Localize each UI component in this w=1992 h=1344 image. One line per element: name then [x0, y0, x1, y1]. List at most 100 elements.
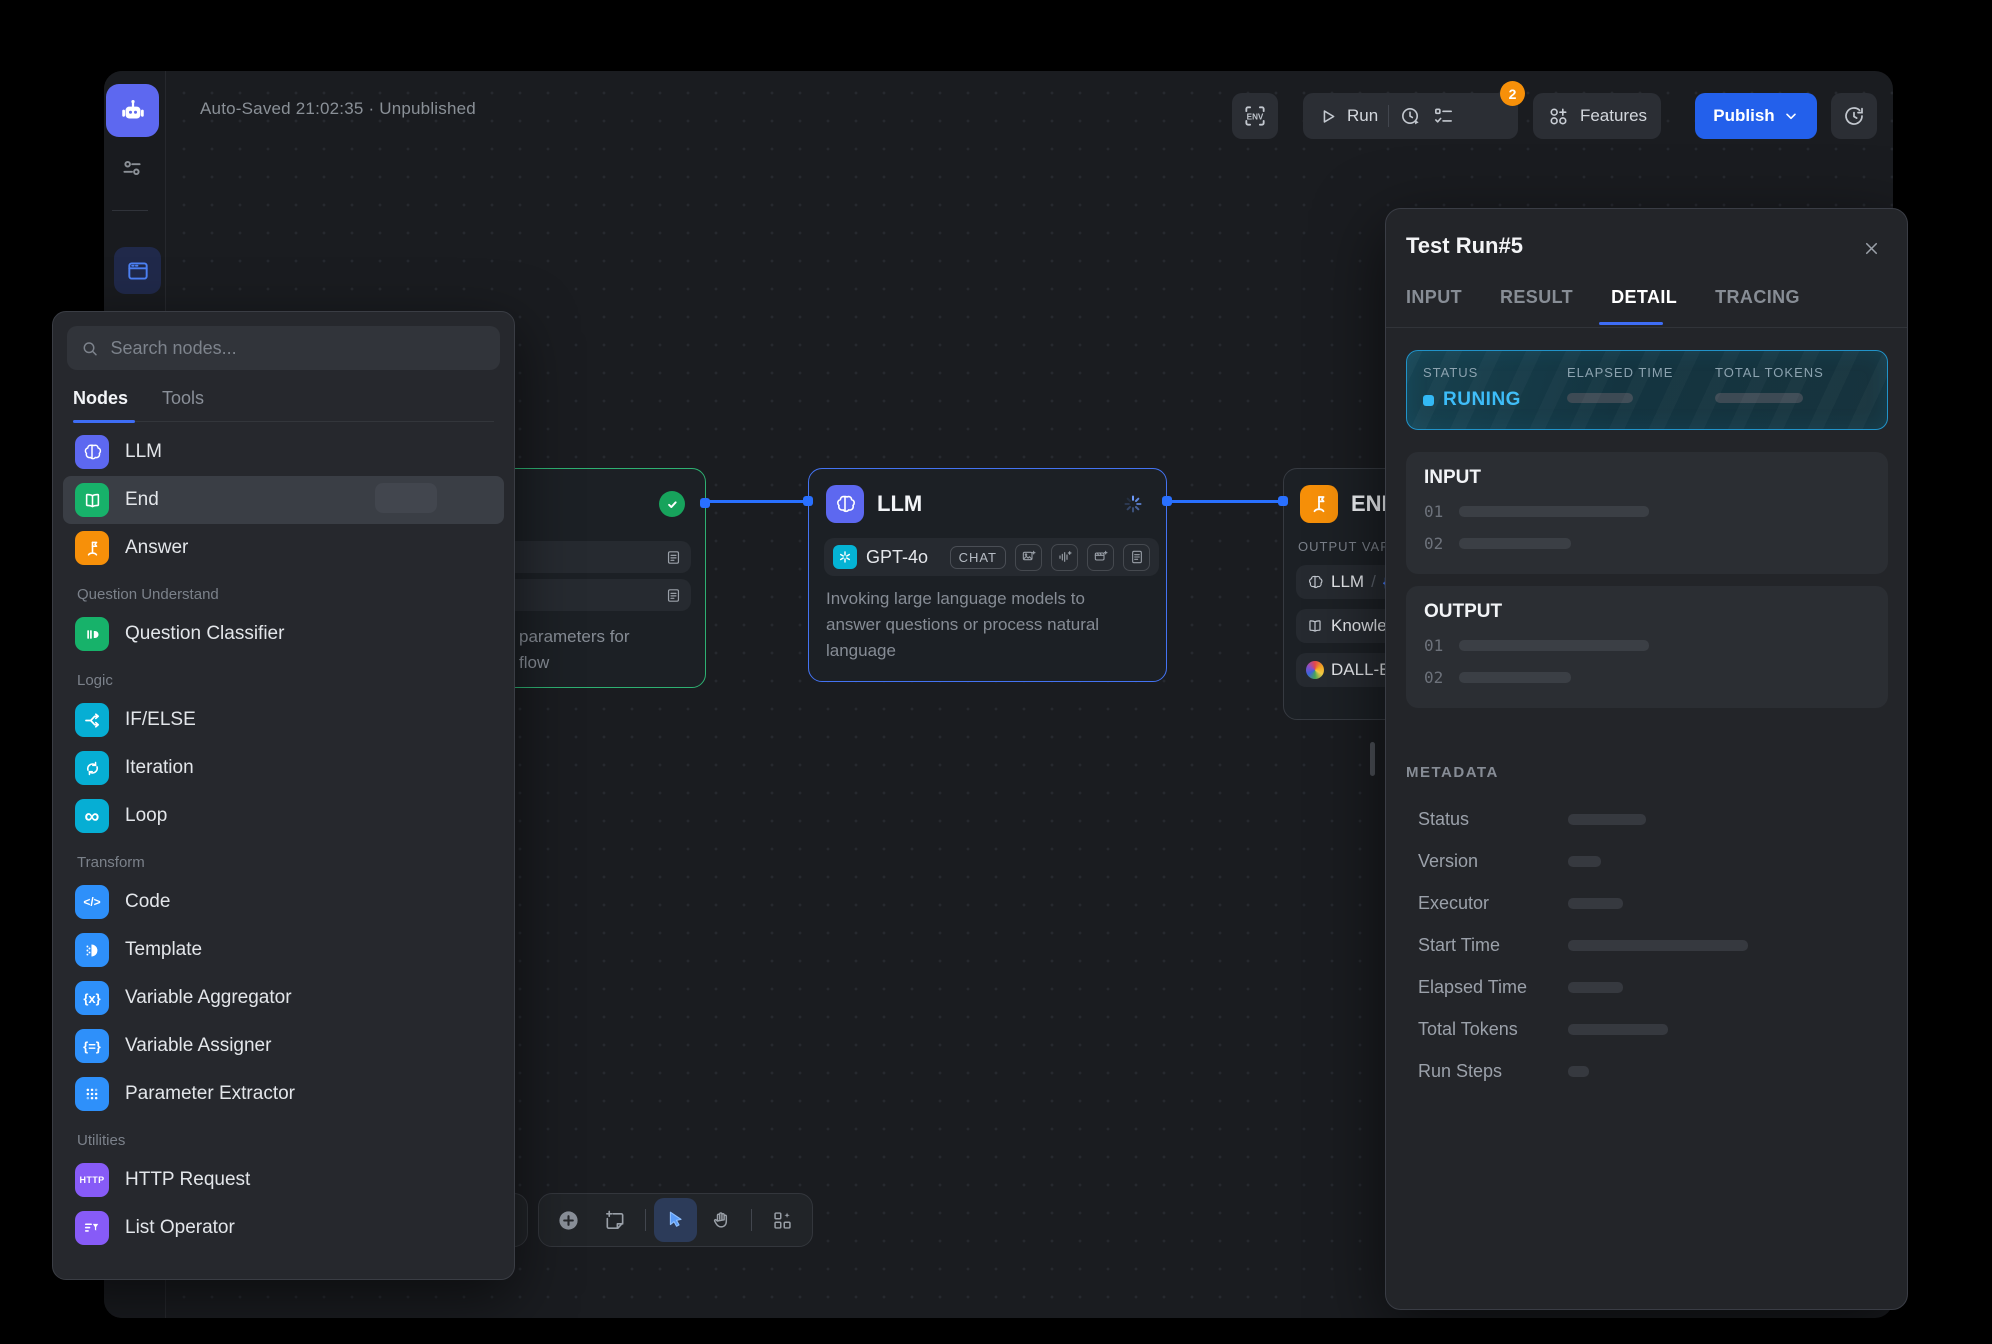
- node-item-template[interactable]: Template: [63, 926, 504, 974]
- panel-resize-handle[interactable]: [1370, 742, 1375, 776]
- section-label: Question Understand: [77, 586, 514, 606]
- node-item-label: Loop: [125, 805, 167, 827]
- output-port[interactable]: [1162, 496, 1172, 506]
- test-run-panel: Test Run#5 INPUT RESULT DETAIL TRACING S…: [1385, 208, 1908, 1310]
- llm-brain-icon: [1306, 573, 1324, 591]
- metadata-row: Version: [1418, 851, 1601, 872]
- autosave-status: Auto-Saved 21:02:35 · Unpublished: [200, 99, 476, 119]
- checklist-icon[interactable]: [1432, 105, 1455, 128]
- node-item-variable-assigner[interactable]: {=} Variable Assigner: [63, 1022, 504, 1070]
- version-history-button[interactable]: [1831, 93, 1877, 139]
- skeleton-bar: [1568, 982, 1623, 993]
- line-number: 02: [1424, 534, 1443, 553]
- section-label: Logic: [77, 672, 514, 692]
- metadata-label: Start Time: [1418, 935, 1568, 956]
- model-selector[interactable]: GPT-4o CHAT: [824, 538, 1159, 576]
- node-item-label: IF/ELSE: [125, 709, 196, 731]
- run-button-label: Run: [1347, 106, 1378, 126]
- llm-node-title: LLM: [877, 491, 922, 517]
- node-item-end[interactable]: End: [63, 476, 504, 524]
- code-icon: </>: [75, 885, 109, 919]
- edge-llm-to-end: [1165, 500, 1285, 503]
- node-item-label: End: [125, 489, 159, 511]
- openai-logo-icon: [833, 545, 857, 569]
- input-port[interactable]: [1278, 496, 1288, 506]
- metadata-row: Total Tokens: [1418, 1019, 1668, 1040]
- close-icon[interactable]: [1858, 235, 1884, 261]
- line-number: 01: [1424, 502, 1443, 521]
- skeleton-bar: [1459, 640, 1649, 651]
- restore-clock-icon: [1842, 104, 1866, 128]
- loading-spinner-icon: [1123, 494, 1143, 514]
- app-logo-robot-icon[interactable]: [106, 84, 159, 137]
- running-dot-icon: [1423, 395, 1434, 406]
- skeleton-bar: [1568, 856, 1601, 867]
- node-item-parameter-extractor[interactable]: Parameter Extractor: [63, 1070, 504, 1118]
- variable-source: DALL-E: [1331, 660, 1391, 680]
- workflow-settings-icon[interactable]: [119, 155, 145, 181]
- search-input[interactable]: [109, 337, 486, 360]
- input-port[interactable]: [803, 496, 813, 506]
- input-card: INPUT 01 02: [1406, 452, 1888, 574]
- metadata-label: Total Tokens: [1418, 1019, 1568, 1040]
- elapsed-time-label: ELAPSED TIME: [1567, 365, 1715, 380]
- run-history-icon[interactable]: [1399, 105, 1422, 128]
- tab-tracing[interactable]: TRACING: [1715, 287, 1800, 308]
- env-button[interactable]: ENV: [1232, 93, 1278, 139]
- features-icon: [1547, 105, 1570, 128]
- hand-mode-button[interactable]: [699, 1198, 743, 1242]
- node-item-question-classifier[interactable]: Question Classifier: [63, 610, 504, 658]
- node-item-loop[interactable]: ∞ Loop: [63, 792, 504, 840]
- publish-button[interactable]: Publish: [1695, 93, 1817, 139]
- llm-node-description: Invoking large language models to answer…: [826, 586, 1121, 664]
- node-item-iteration[interactable]: Iteration: [63, 744, 504, 792]
- node-item-label: Parameter Extractor: [125, 1083, 295, 1105]
- add-note-button[interactable]: [593, 1198, 637, 1242]
- panel-title: Test Run#5: [1406, 233, 1523, 259]
- toolbar-divider: [1388, 105, 1389, 127]
- tab-tools[interactable]: Tools: [162, 388, 204, 411]
- start-node-description: parameters for flow: [519, 624, 630, 676]
- node-item-ifelse[interactable]: IF/ELSE: [63, 696, 504, 744]
- skeleton-bar: [1459, 672, 1571, 683]
- iteration-cycle-icon: [75, 751, 109, 785]
- run-button[interactable]: Run: [1317, 106, 1378, 127]
- features-button[interactable]: Features: [1533, 93, 1661, 139]
- metadata-row: Executor: [1418, 893, 1623, 914]
- node-item-answer[interactable]: Answer: [63, 524, 504, 572]
- pointer-mode-button[interactable]: [654, 1198, 698, 1242]
- metadata-label: Elapsed Time: [1418, 977, 1568, 998]
- tab-nodes[interactable]: Nodes: [73, 388, 128, 411]
- canvas-control-toolbar: [538, 1193, 813, 1247]
- tab-input[interactable]: INPUT: [1406, 287, 1462, 308]
- video-capability-icon: [1087, 544, 1114, 571]
- add-node-button[interactable]: [547, 1198, 591, 1242]
- audio-capability-icon: [1051, 544, 1078, 571]
- svg-text:ENV: ENV: [1247, 112, 1264, 121]
- env-icon: ENV: [1242, 103, 1268, 129]
- skeleton-bar: [1715, 393, 1803, 403]
- end-book-icon: [75, 483, 109, 517]
- tab-result[interactable]: RESULT: [1500, 287, 1573, 308]
- node-item-list-operator[interactable]: List Operator: [63, 1204, 504, 1252]
- preview-window-icon[interactable]: [114, 247, 161, 294]
- panel-tabs: Nodes Tools: [73, 388, 494, 422]
- node-search[interactable]: [67, 326, 500, 370]
- answer-flag-icon: [75, 531, 109, 565]
- llm-node[interactable]: LLM GPT-4o CHAT: [808, 468, 1167, 682]
- node-selector-panel: Nodes Tools LLM End Answer: [52, 311, 515, 1280]
- organize-layout-button[interactable]: [760, 1198, 804, 1242]
- node-item-llm[interactable]: LLM: [63, 428, 504, 476]
- skeleton-bar: [1568, 940, 1748, 951]
- skeleton-bar: [1568, 814, 1646, 825]
- list-operator-filter-icon: [75, 1211, 109, 1245]
- input-card-title: INPUT: [1424, 467, 1870, 489]
- node-item-http-request[interactable]: HTTP HTTP Request: [63, 1156, 504, 1204]
- document-capability-icon: [1123, 544, 1150, 571]
- llm-brain-icon: [826, 485, 864, 523]
- line-number: 01: [1424, 636, 1443, 655]
- node-item-variable-aggregator[interactable]: {x} Variable Aggregator: [63, 974, 504, 1022]
- output-port[interactable]: [700, 498, 710, 508]
- tab-detail[interactable]: DETAIL: [1611, 287, 1677, 308]
- node-item-code[interactable]: </> Code: [63, 878, 504, 926]
